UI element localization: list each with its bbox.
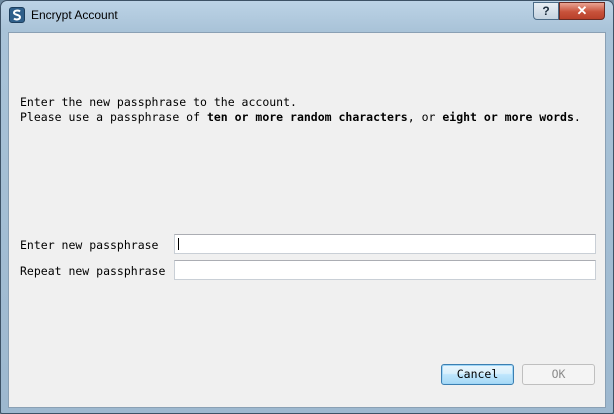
instruction-text: Enter the new passphrase to the account.… <box>20 95 600 125</box>
instruction-line-2-prefix: Please use a passphrase of <box>20 110 207 124</box>
new-passphrase-field[interactable] <box>174 234 596 254</box>
repeat-passphrase-label: Repeat new passphrase <box>20 264 166 278</box>
encrypt-account-dialog: Encrypt Account ? ✕ Enter the new passph… <box>0 0 614 414</box>
window-title: Encrypt Account <box>31 8 118 22</box>
instruction-line-2-mid: , or <box>407 110 443 124</box>
repeat-passphrase-field[interactable] <box>174 260 596 280</box>
instruction-line-1: Enter the new passphrase to the account. <box>20 95 297 109</box>
instruction-emphasis-words: eight or more words <box>442 110 574 124</box>
help-button[interactable]: ? <box>533 2 559 20</box>
instruction-line-2-end: . <box>573 110 581 124</box>
cancel-button[interactable]: Cancel <box>441 364 514 385</box>
new-passphrase-label: Enter new passphrase <box>20 238 159 252</box>
title-bar[interactable]: Encrypt Account ? ✕ <box>1 1 613 31</box>
dialog-body: Enter the new passphrase to the account.… <box>8 32 606 408</box>
app-logo-icon <box>9 7 25 23</box>
instruction-emphasis-characters: ten or more random characters <box>206 110 408 124</box>
ok-button[interactable]: OK <box>522 364 595 385</box>
close-button[interactable]: ✕ <box>559 2 605 20</box>
